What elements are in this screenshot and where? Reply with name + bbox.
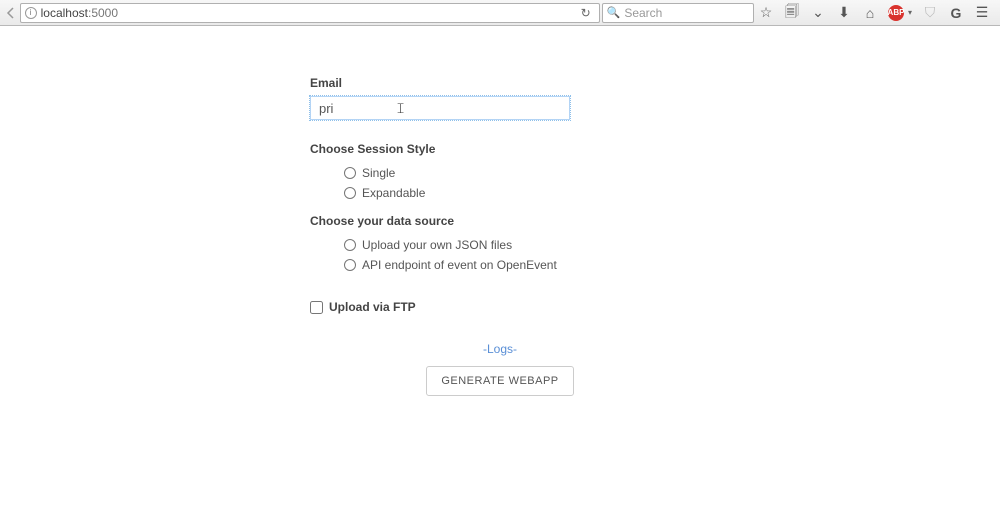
radio-expandable[interactable]: Expandable bbox=[344, 186, 690, 200]
back-button[interactable] bbox=[4, 3, 18, 23]
email-label: Email bbox=[310, 76, 690, 90]
download-icon[interactable]: ⬇ bbox=[836, 5, 852, 21]
radio-upload-json[interactable]: Upload your own JSON files bbox=[344, 238, 690, 252]
reload-icon[interactable]: ↻ bbox=[577, 6, 595, 20]
radio-single-input[interactable] bbox=[344, 167, 356, 179]
radio-api-endpoint-input[interactable] bbox=[344, 259, 356, 271]
reader-icon[interactable]: 🗐 bbox=[784, 5, 800, 21]
toolbar-icons: ☆ 🗐 ⌄ ⬇ ⌂ ABP ▾ ⛉ G ☰ bbox=[758, 5, 996, 21]
ftp-label: Upload via FTP bbox=[329, 300, 416, 314]
pocket-icon[interactable]: ⌄ bbox=[810, 5, 826, 21]
arrow-left-icon bbox=[5, 7, 17, 19]
radio-single[interactable]: Single bbox=[344, 166, 690, 180]
search-box[interactable]: 🔍 Search bbox=[602, 3, 754, 23]
search-placeholder: Search bbox=[624, 6, 662, 20]
menu-icon[interactable]: ☰ bbox=[974, 5, 990, 21]
radio-upload-json-input[interactable] bbox=[344, 239, 356, 251]
abp-dropdown-icon[interactable]: ▾ bbox=[908, 8, 912, 17]
session-style-section: Choose Session Style Single Expandable bbox=[310, 142, 690, 200]
shield-icon[interactable]: ⛉ bbox=[922, 5, 938, 21]
url-text: localhost:5000 bbox=[41, 6, 573, 20]
data-source-section: Choose your data source Upload your own … bbox=[310, 214, 690, 272]
ftp-checkbox-row[interactable]: Upload via FTP bbox=[310, 300, 690, 314]
browser-toolbar: i localhost:5000 ↻ 🔍 Search ☆ 🗐 ⌄ ⬇ ⌂ AB… bbox=[0, 0, 1000, 26]
radio-single-label: Single bbox=[362, 166, 395, 180]
radio-api-endpoint[interactable]: API endpoint of event on OpenEvent bbox=[344, 258, 690, 272]
logs-link[interactable]: -Logs- bbox=[310, 342, 690, 356]
ftp-checkbox[interactable] bbox=[310, 301, 323, 314]
radio-expandable-input[interactable] bbox=[344, 187, 356, 199]
data-source-title: Choose your data source bbox=[310, 214, 690, 228]
radio-expandable-label: Expandable bbox=[362, 186, 425, 200]
home-icon[interactable]: ⌂ bbox=[862, 5, 878, 21]
bookmark-star-icon[interactable]: ☆ bbox=[758, 5, 774, 21]
url-bar[interactable]: i localhost:5000 ↻ bbox=[20, 3, 600, 23]
abp-icon[interactable]: ABP bbox=[888, 5, 904, 21]
info-icon: i bbox=[25, 7, 37, 19]
radio-api-endpoint-label: API endpoint of event on OpenEvent bbox=[362, 258, 557, 272]
generate-button[interactable]: GENERATE WEBAPP bbox=[426, 366, 573, 396]
page-body: Email 𝙸 Choose Session Style Single Expa… bbox=[0, 26, 1000, 396]
session-style-title: Choose Session Style bbox=[310, 142, 690, 156]
g-icon[interactable]: G bbox=[948, 5, 964, 21]
form-container: Email 𝙸 Choose Session Style Single Expa… bbox=[310, 76, 690, 396]
email-input[interactable] bbox=[310, 96, 570, 120]
search-icon: 🔍 bbox=[607, 6, 621, 19]
radio-upload-json-label: Upload your own JSON files bbox=[362, 238, 512, 252]
